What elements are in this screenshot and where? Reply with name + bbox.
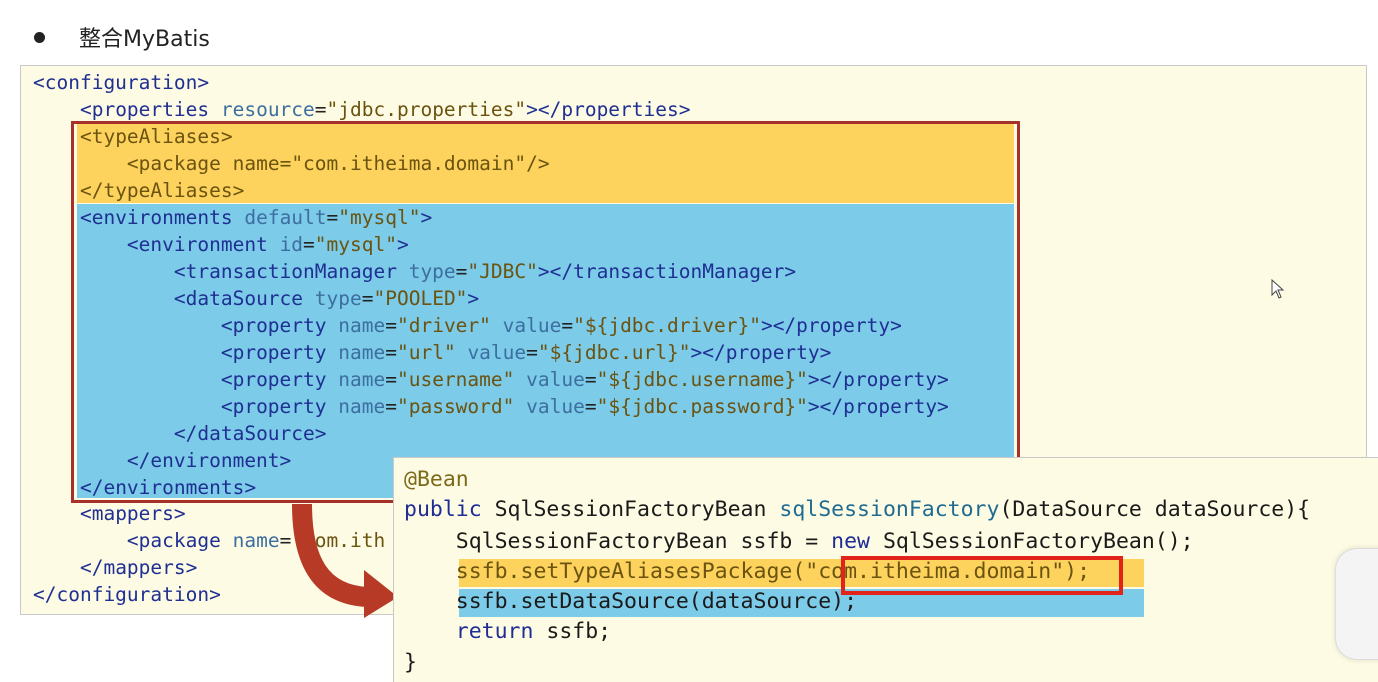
xml-line-property-password: <property name="password" value="${jdbc.… <box>220 395 949 418</box>
xml-line-properties: <properties resource="jdbc.properties"><… <box>79 98 691 121</box>
xml-line-package-domain: <package name="com.itheima.domain"/> <box>126 152 550 175</box>
section-heading: 整合MyBatis <box>30 20 210 54</box>
package-name-callout-box <box>841 556 1123 595</box>
java-line-new-factory: SqlSessionFactoryBean ssfb = new SqlSess… <box>455 529 1194 554</box>
curved-arrow-icon <box>292 503 398 618</box>
xml-line-typealiases-close: </typeAliases> <box>79 179 245 202</box>
xml-line-property-username: <property name="username" value="${jdbc.… <box>220 368 949 391</box>
mouse-cursor-icon <box>1271 279 1285 299</box>
xml-line-configuration-open: <configuration> <box>33 71 210 94</box>
java-line-return: return ssfb; <box>455 619 612 644</box>
java-line-set-datasource: ssfb.setDataSource(dataSource); <box>455 589 858 614</box>
heading-text: 整合MyBatis <box>79 27 210 52</box>
xml-line-transaction-manager: <transactionManager type="JDBC"></transa… <box>173 260 797 283</box>
xml-line-mappers-close: </mappers> <box>79 556 198 579</box>
xml-line-mappers-open: <mappers> <box>79 502 186 525</box>
xml-line-environment-open: <environment id="mysql"> <box>126 233 409 256</box>
xml-line-configuration-close: </configuration> <box>33 583 221 606</box>
xml-line-datasource-open: <dataSource type="POOLED"> <box>173 287 480 310</box>
java-line-annotation: @Bean <box>404 467 469 492</box>
java-line-method-signature: public SqlSessionFactoryBean sqlSessionF… <box>404 497 1311 522</box>
xml-line-typealiases-open: <typeAliases> <box>79 125 233 148</box>
xml-line-property-driver: <property name="driver" value="${jdbc.dr… <box>220 314 902 337</box>
xml-line-environments-close: </environments> <box>79 476 257 499</box>
xml-line-datasource-close: </dataSource> <box>173 422 327 445</box>
bullet-icon <box>34 31 45 43</box>
floating-widget[interactable] <box>1335 548 1378 660</box>
xml-line-property-url: <property name="url" value="${jdbc.url}"… <box>220 341 832 364</box>
xml-line-environments-open: <environments default="mysql"> <box>79 206 433 229</box>
xml-line-environment-close: </environment> <box>126 449 292 472</box>
java-line-close-brace: } <box>404 650 417 675</box>
